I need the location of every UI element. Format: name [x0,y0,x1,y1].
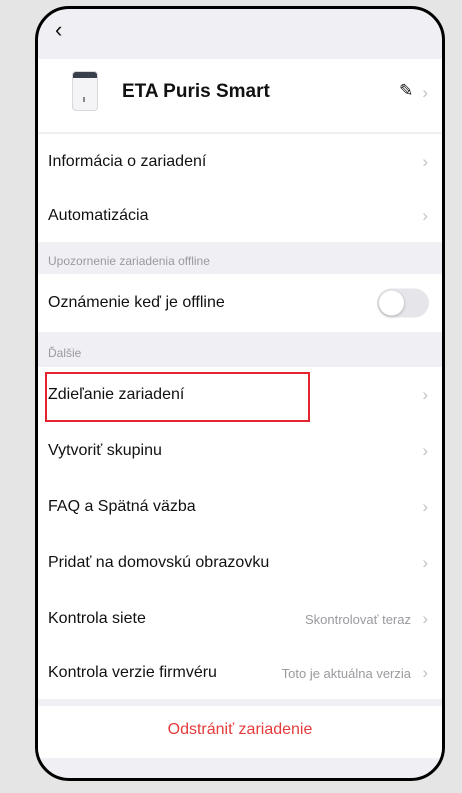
row-value: Skontrolovať teraz [304,611,411,627]
offline-notification-toggle[interactable] [377,288,429,318]
pencil-icon[interactable]: ✎ [399,81,413,101]
row-add-to-home[interactable]: Pridať na domovskú obrazovku › [38,535,442,591]
row-value: Toto je aktuálna verzia [281,665,411,681]
device-header[interactable]: ETA Puris Smart ✎ › [38,59,442,132]
row-label: Kontrola siete [48,610,146,627]
chevron-right-icon: › [422,385,428,404]
chevron-right-icon: › [422,663,428,682]
highlight-box [45,372,310,422]
chevron-right-icon: › [422,497,428,516]
air-purifier-icon [72,71,98,111]
device-name: ETA Puris Smart [122,81,270,102]
chevron-right-icon: › [422,609,428,628]
chevron-right-icon: › [422,206,428,225]
row-faq-feedback[interactable]: FAQ a Spätná väzba › [38,479,442,535]
row-label: Vytvoriť skupinu [48,442,162,459]
row-firmware-check[interactable]: Kontrola verzie firmvéru Toto je aktuáln… [38,647,442,699]
section-title-more: Ďalšie [48,346,82,360]
row-offline-notification: Oznámenie keď je offline [38,274,442,332]
row-label: Oznámenie keď je offline [48,294,225,311]
back-button[interactable]: ‹ [55,19,62,41]
row-label: Kontrola verzie firmvéru [48,664,217,681]
row-label: Automatizácia [48,207,149,224]
toggle-knob [379,290,404,316]
row-label: Informácia o zariadení [48,153,207,170]
row-network-check[interactable]: Kontrola siete Skontrolovať teraz › [38,591,442,647]
chevron-right-icon: › [422,553,428,572]
device-settings-screen: ‹ ETA Puris Smart ✎ › Informácia o zaria… [38,9,442,778]
chevron-right-icon: › [422,441,428,460]
row-label: FAQ a Spätná väzba [48,498,196,515]
row-label: Pridať na domovskú obrazovku [48,554,270,571]
chevron-right-icon: › [422,152,428,171]
chevron-left-icon: ‹ [55,17,63,42]
chevron-right-icon: › [422,83,428,102]
phone-frame: ‹ ETA Puris Smart ✎ › Informácia o zaria… [35,6,445,781]
row-automation[interactable]: Automatizácia › [38,190,442,242]
row-create-group[interactable]: Vytvoriť skupinu › [38,423,442,479]
row-device-info[interactable]: Informácia o zariadení › [38,134,442,190]
remove-device-button[interactable]: Odstrániť zariadenie [38,706,442,758]
remove-device-label: Odstrániť zariadenie [167,721,313,738]
section-title-offline: Upozornenie zariadenia offline [48,254,210,268]
